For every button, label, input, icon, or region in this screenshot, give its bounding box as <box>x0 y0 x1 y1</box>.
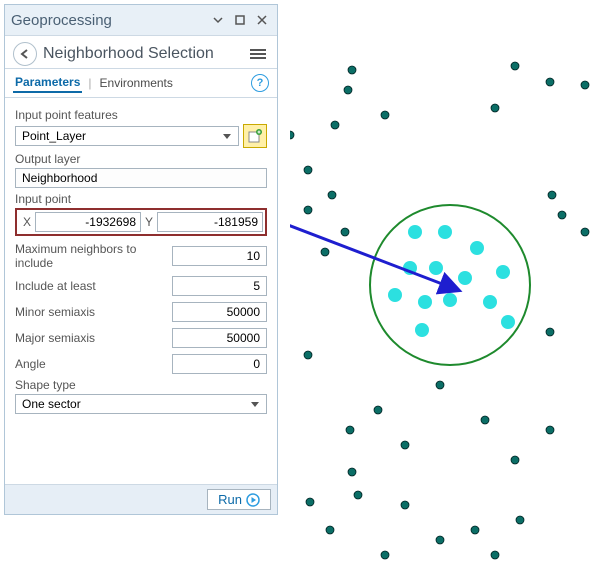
angle-input[interactable] <box>177 356 262 372</box>
include-at-least-label: Include at least <box>15 279 166 293</box>
panel-header: Geoprocessing <box>5 5 277 36</box>
panel-title: Geoprocessing <box>11 12 112 29</box>
back-button[interactable] <box>13 42 37 66</box>
help-icon[interactable]: ? <box>251 74 269 92</box>
minor-semiaxis-label: Minor semiaxis <box>15 305 166 319</box>
tab-parameters[interactable]: Parameters <box>13 73 82 93</box>
x-input[interactable] <box>36 214 140 230</box>
shape-type-dropdown[interactable] <box>15 394 267 414</box>
input-features-value[interactable] <box>20 128 219 144</box>
geoprocessing-panel: Geoprocessing Neighborhood Selection Par… <box>4 4 278 515</box>
run-label: Run <box>218 492 242 507</box>
input-features-label: Input point features <box>15 108 267 122</box>
chevron-down-icon[interactable] <box>219 134 234 139</box>
angle-label: Angle <box>15 357 166 371</box>
y-input[interactable] <box>158 214 262 230</box>
dropdown-icon[interactable] <box>209 11 227 29</box>
output-layer-value[interactable] <box>20 170 262 186</box>
output-layer-label: Output layer <box>15 152 267 166</box>
shape-type-label: Shape type <box>15 378 267 392</box>
run-button[interactable]: Run <box>207 489 271 510</box>
tool-name: Neighborhood Selection <box>43 45 214 63</box>
close-icon[interactable] <box>253 11 271 29</box>
parameters-form: Input point features Output layer Input … <box>5 98 277 424</box>
y-label: Y <box>141 215 157 229</box>
include-at-least-input[interactable] <box>177 278 262 294</box>
panel-footer: Run <box>5 484 277 514</box>
tab-environments[interactable]: Environments <box>98 74 175 92</box>
shape-type-value[interactable] <box>20 396 247 412</box>
tool-title-bar: Neighborhood Selection <box>5 36 277 69</box>
x-label: X <box>19 215 35 229</box>
map-preview <box>290 0 595 565</box>
chevron-down-icon[interactable] <box>247 402 262 407</box>
tabs: Parameters | Environments ? <box>5 69 277 98</box>
major-semiaxis-input[interactable] <box>177 330 262 346</box>
output-layer-field[interactable] <box>15 168 267 188</box>
tab-separator: | <box>88 76 91 90</box>
menu-icon[interactable] <box>247 43 269 65</box>
input-features-dropdown[interactable] <box>15 126 239 146</box>
major-semiaxis-label: Major semiaxis <box>15 331 166 345</box>
input-point-label: Input point <box>15 192 267 206</box>
max-neighbors-input[interactable] <box>177 248 262 264</box>
max-neighbors-label: Maximum neighbors to include <box>15 242 166 270</box>
input-point-xy: X Y <box>15 208 267 236</box>
minor-semiaxis-input[interactable] <box>177 304 262 320</box>
maximize-icon[interactable] <box>231 11 249 29</box>
add-layer-button[interactable] <box>243 124 267 148</box>
